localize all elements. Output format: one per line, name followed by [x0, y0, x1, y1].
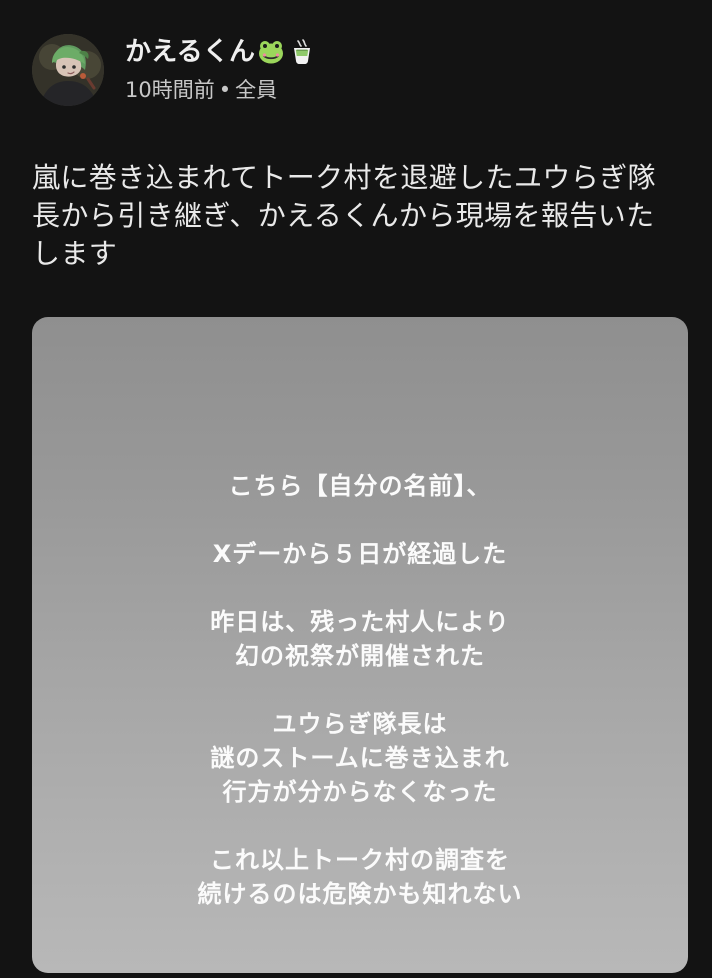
frog-icon: [259, 40, 284, 63]
post-time: 10時間前: [125, 78, 215, 102]
story-line-5-2: 続けるのは危険かも知れない: [197, 880, 523, 908]
avatar-portrait: [32, 34, 104, 106]
story-paragraph-5: これ以上トーク村の調査を 続けるのは危険かも知れない: [32, 843, 688, 911]
story-paragraph-2: Xデーから５日が経過した: [32, 537, 688, 571]
post-meta: 10時間前 • 全員: [125, 76, 277, 104]
story-line-3-1: 昨日は、残った村人により: [210, 608, 510, 636]
post-text: 嵐に巻き込まれてトーク村を退避したユウらぎ隊長から引き継ぎ、かえるくんから現場を…: [32, 161, 656, 270]
teacup-icon: [294, 38, 311, 64]
story-line-3-2: 幻の祝祭が開催された: [235, 642, 485, 670]
post-header: かえるくん 10時間前 • 全員: [32, 34, 672, 106]
story-paragraph-gap: [32, 673, 688, 707]
story-paragraph-4: ユウらぎ隊長は 謎のストームに巻き込まれ 行方が分からなくなった: [32, 707, 688, 809]
story-paragraph-1: こちら【自分の名前】、: [32, 469, 688, 503]
story-line-1-1: こちら【自分の名前】、: [228, 472, 492, 500]
story-image-card[interactable]: こちら【自分の名前】、 Xデーから５日が経過した 昨日は、残った村人により 幻の…: [32, 317, 688, 973]
story-line-4-1: ユウらぎ隊長は: [272, 710, 448, 738]
meta-separator: •: [218, 78, 232, 102]
story-paragraph-gap: [32, 809, 688, 843]
story-line-5-1: これ以上トーク村の調査を: [210, 846, 510, 874]
avatar[interactable]: [32, 34, 104, 106]
story-paragraph-gap: [32, 503, 688, 537]
story-line-4-3: 行方が分からなくなった: [222, 778, 498, 806]
story-line-2-1: Xデーから５日が経過した: [212, 540, 508, 568]
story-paragraph-gap: [32, 571, 688, 605]
author-name[interactable]: かえるくん: [125, 35, 317, 69]
author-name-text: かえるくん: [125, 37, 256, 67]
story-text-block: こちら【自分の名前】、 Xデーから５日が経過した 昨日は、残った村人により 幻の…: [32, 469, 688, 911]
story-line-4-2: 謎のストームに巻き込まれ: [210, 744, 510, 772]
post-audience: 全員: [235, 78, 278, 102]
story-paragraph-3: 昨日は、残った村人により 幻の祝祭が開催された: [32, 605, 688, 673]
